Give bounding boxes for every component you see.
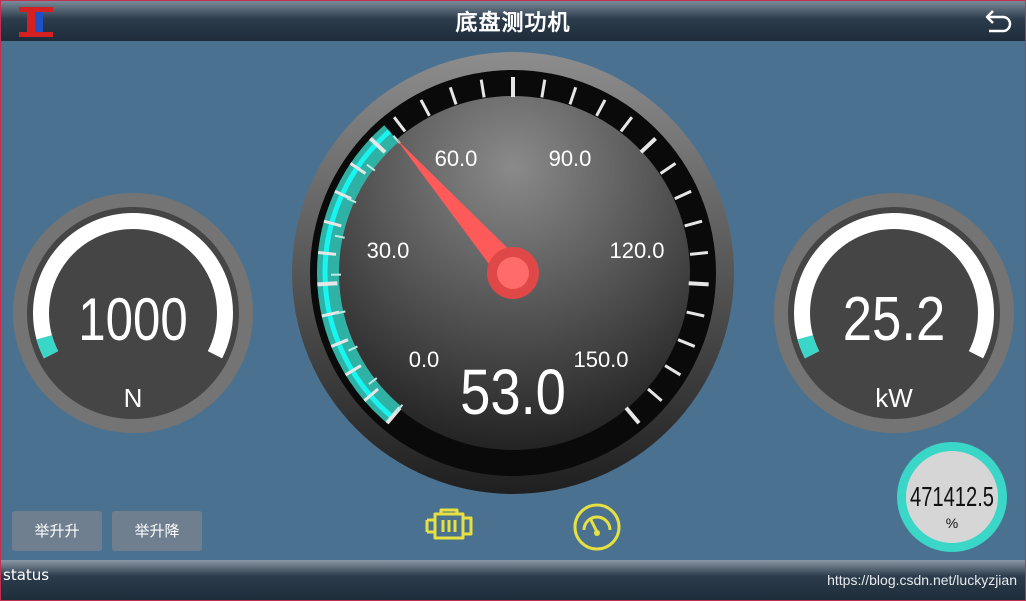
back-arrow-icon[interactable] [983, 5, 1015, 35]
speed-tick-label-60: 60.0 [435, 146, 478, 171]
percent-gauge: 471412.5 % [897, 442, 1007, 552]
speed-tick [689, 251, 709, 256]
force-gauge-fill [36, 334, 59, 359]
force-unit: N [124, 383, 143, 413]
speedometer-icon[interactable] [572, 502, 622, 552]
speed-tick-label-0: 0.0 [409, 347, 440, 372]
speed-tick [688, 281, 709, 287]
force-gauge: 1000 N [13, 193, 253, 433]
percent-unit: % [946, 515, 958, 531]
speed-tick-label-90: 90.0 [549, 146, 592, 171]
speed-tick-label-120: 120.0 [609, 238, 664, 263]
lift-up-button[interactable]: 举升升 [12, 511, 102, 551]
page-title: 底盘测功机 [455, 11, 571, 36]
speed-tick [317, 281, 338, 287]
status-bar: status https://blog.csdn.net/luckyzjian [1, 560, 1025, 600]
percent-value: 471412.5 [910, 482, 994, 513]
speed-tick-label-150: 150.0 [573, 347, 628, 372]
lift-down-button[interactable]: 举升降 [112, 511, 202, 551]
engine-icon[interactable] [423, 506, 475, 546]
watermark-url: https://blog.csdn.net/luckyzjian [827, 572, 1017, 588]
speed-gauge: 0.0 30.0 60.0 90.0 120.0 150.0 53.0 [292, 52, 734, 494]
app-window: 底盘测功机 1000 N 0.0 30.0 60.0 90.0 120.0 15… [0, 0, 1026, 601]
power-unit: kW [875, 383, 913, 413]
speed-value: 53.0 [460, 356, 566, 428]
power-gauge-fill [797, 334, 820, 359]
status-text: status [3, 566, 50, 584]
power-value: 25.2 [843, 285, 946, 354]
speed-tick-label-30: 30.0 [367, 238, 410, 263]
speed-tick [317, 251, 337, 256]
force-value: 1000 [78, 285, 187, 353]
title-bar: 底盘测功机 [1, 1, 1025, 41]
power-gauge: 25.2 kW [774, 193, 1014, 433]
